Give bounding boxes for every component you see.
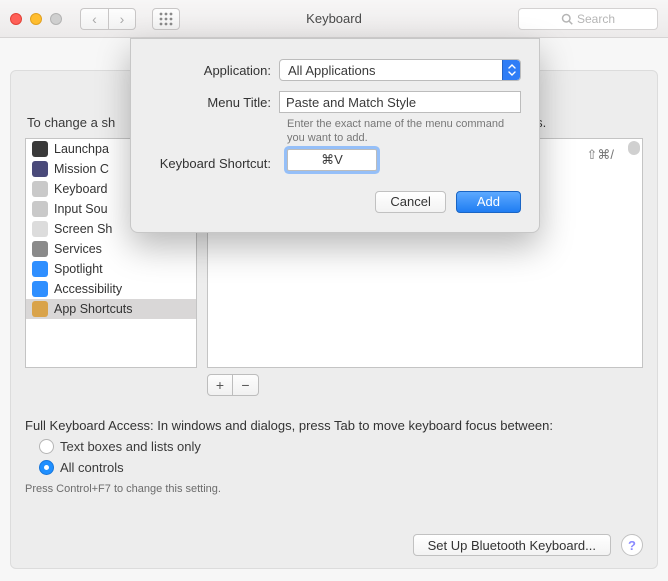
sidebar-item-app-shortcuts[interactable]: App Shortcuts <box>26 299 196 319</box>
close-icon[interactable] <box>10 13 22 25</box>
application-label: Application: <box>149 63 279 78</box>
sidebar-item-label: App Shortcuts <box>54 302 133 316</box>
radio-icon <box>39 460 54 475</box>
chevron-right-icon: › <box>120 11 125 27</box>
help-button[interactable]: ? <box>621 534 643 556</box>
accessibility-icon <box>32 281 48 297</box>
cancel-button[interactable]: Cancel <box>375 191 445 213</box>
traffic-lights <box>10 13 62 25</box>
search-placeholder: Search <box>577 12 615 26</box>
spotlight-icon <box>32 261 48 277</box>
full-keyboard-access-label: Full Keyboard Access: In windows and dia… <box>25 418 643 433</box>
intro-fragment-left: To change a sh <box>27 115 115 130</box>
radio-label: All controls <box>60 460 124 475</box>
radio-text-boxes[interactable]: Text boxes and lists only <box>39 439 643 454</box>
sidebar-item-label: Launchpa <box>54 142 109 156</box>
sidebar-item-label: Accessibility <box>54 282 122 296</box>
radio-icon <box>39 439 54 454</box>
sidebar-item-label: Spotlight <box>54 262 103 276</box>
application-row: Application: All Applications <box>149 59 521 81</box>
gear-icon <box>32 241 48 257</box>
menu-title-value: Paste and Match Style <box>286 95 416 110</box>
sidebar-item-label: Keyboard <box>54 182 108 196</box>
add-button[interactable]: + <box>207 374 233 396</box>
add-shortcut-sheet: Application: All Applications Menu Title… <box>130 38 540 233</box>
application-value: All Applications <box>288 63 375 78</box>
minus-icon: − <box>241 377 249 393</box>
nav-buttons: ‹ › <box>80 8 136 30</box>
radio-label: Text boxes and lists only <box>60 439 201 454</box>
sidebar-item-services[interactable]: Services <box>26 239 196 259</box>
shortcut-label: Keyboard Shortcut: <box>149 156 279 171</box>
chevron-updown-icon <box>502 60 520 80</box>
remove-button[interactable]: − <box>233 374 259 396</box>
add-button[interactable]: Add <box>456 191 521 213</box>
maximize-icon <box>50 13 62 25</box>
launchpad-icon <box>32 141 48 157</box>
sidebar-item-label: Screen Sh <box>54 222 112 236</box>
search-field[interactable]: Search <box>518 8 658 30</box>
keyboard-icon <box>32 181 48 197</box>
app-shortcuts-icon <box>32 301 48 317</box>
menu-title-row: Menu Title: Paste and Match Style <box>149 91 521 113</box>
bluetooth-keyboard-button[interactable]: Set Up Bluetooth Keyboard... <box>413 534 611 556</box>
scrollbar-thumb[interactable] <box>628 141 640 155</box>
window-title: Keyboard <box>306 11 362 26</box>
plus-icon: + <box>216 377 224 393</box>
radio-all-controls[interactable]: All controls <box>39 460 643 475</box>
back-button[interactable]: ‹ <box>80 8 108 30</box>
sidebar-item-label: Mission C <box>54 162 109 176</box>
sidebar-item-accessibility[interactable]: Accessibility <box>26 279 196 299</box>
preferences-window: ‹ › Keyboard Search <box>0 0 668 581</box>
sheet-buttons: Cancel Add <box>149 191 521 213</box>
sidebar-item-label: Services <box>54 242 102 256</box>
show-all-button[interactable] <box>152 8 180 30</box>
shortcut-input[interactable]: ⌘V <box>287 149 377 171</box>
grid-icon <box>159 12 173 26</box>
forward-button[interactable]: › <box>108 8 136 30</box>
input-sources-icon <box>32 201 48 217</box>
minimize-icon[interactable] <box>30 13 42 25</box>
camera-icon <box>32 221 48 237</box>
shortcut-value: ⌘V <box>321 152 343 168</box>
menu-title-input[interactable]: Paste and Match Style <box>279 91 521 113</box>
search-icon <box>561 13 573 25</box>
application-select[interactable]: All Applications <box>279 59 521 81</box>
detail-shortcut-hint: ⇧⌘/ <box>586 147 614 163</box>
sidebar-item-label: Input Sou <box>54 202 108 216</box>
fka-hint: Press Control+F7 to change this setting. <box>25 483 643 495</box>
add-remove-group: + − <box>207 374 643 396</box>
chevron-left-icon: ‹ <box>92 11 97 27</box>
footer-row: Set Up Bluetooth Keyboard... ? <box>25 534 643 556</box>
titlebar: ‹ › Keyboard Search <box>0 0 668 38</box>
sidebar-item-spotlight[interactable]: Spotlight <box>26 259 196 279</box>
menu-title-helper: Enter the exact name of the menu command… <box>287 117 521 146</box>
mission-control-icon <box>32 161 48 177</box>
menu-title-label: Menu Title: <box>149 95 279 110</box>
